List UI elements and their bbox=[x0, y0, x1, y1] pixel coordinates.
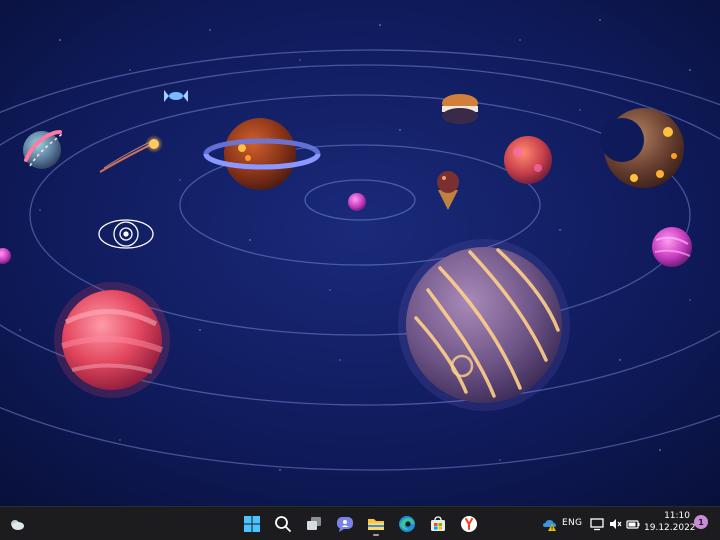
weather-cloud-icon bbox=[11, 520, 24, 530]
clock[interactable]: 11:10 19.12.2022 bbox=[644, 510, 696, 534]
chat-icon bbox=[337, 517, 353, 532]
yandex-icon bbox=[461, 516, 477, 532]
clock-time: 11:10 bbox=[664, 511, 690, 521]
desktop-wallpaper bbox=[0, 0, 720, 506]
microsoft-store-button[interactable] bbox=[425, 511, 451, 537]
battery-charging-icon bbox=[626, 520, 640, 529]
tray-overflow-button[interactable] bbox=[540, 511, 560, 537]
edge-icon bbox=[399, 516, 415, 532]
taskbar: ENG 11:10 19.12.2022 bbox=[0, 506, 720, 540]
task-view-button[interactable] bbox=[301, 511, 327, 537]
yandex-browser-button[interactable] bbox=[456, 511, 482, 537]
volume-muted-icon bbox=[610, 519, 622, 529]
striped-planet bbox=[398, 239, 570, 411]
widgets-button[interactable] bbox=[4, 511, 30, 537]
running-indicator bbox=[373, 534, 379, 536]
macaron bbox=[442, 94, 478, 124]
store-icon bbox=[431, 516, 445, 531]
search-icon bbox=[275, 516, 291, 532]
network-monitor-icon bbox=[590, 518, 604, 531]
start-button[interactable] bbox=[239, 511, 265, 537]
task-view-icon bbox=[307, 517, 321, 530]
quick-settings-button[interactable] bbox=[590, 511, 640, 537]
magenta-planet bbox=[652, 227, 692, 267]
input-language-indicator[interactable]: ENG bbox=[562, 518, 582, 528]
teams-chat-button[interactable] bbox=[332, 511, 358, 537]
file-explorer-button[interactable] bbox=[363, 511, 389, 537]
search-button[interactable] bbox=[270, 511, 296, 537]
windows-logo-icon bbox=[244, 516, 260, 532]
notification-badge[interactable]: 1 bbox=[694, 515, 708, 529]
edge-browser-button[interactable] bbox=[394, 511, 420, 537]
onedrive-warning-icon bbox=[543, 520, 556, 531]
folder-icon bbox=[368, 519, 384, 530]
coral-planet bbox=[504, 136, 552, 184]
wallpaper-solar-system bbox=[0, 0, 720, 506]
small-pink-planet bbox=[348, 193, 366, 211]
pink-swirl-planet bbox=[54, 282, 170, 398]
clock-date: 19.12.2022 bbox=[644, 523, 696, 533]
